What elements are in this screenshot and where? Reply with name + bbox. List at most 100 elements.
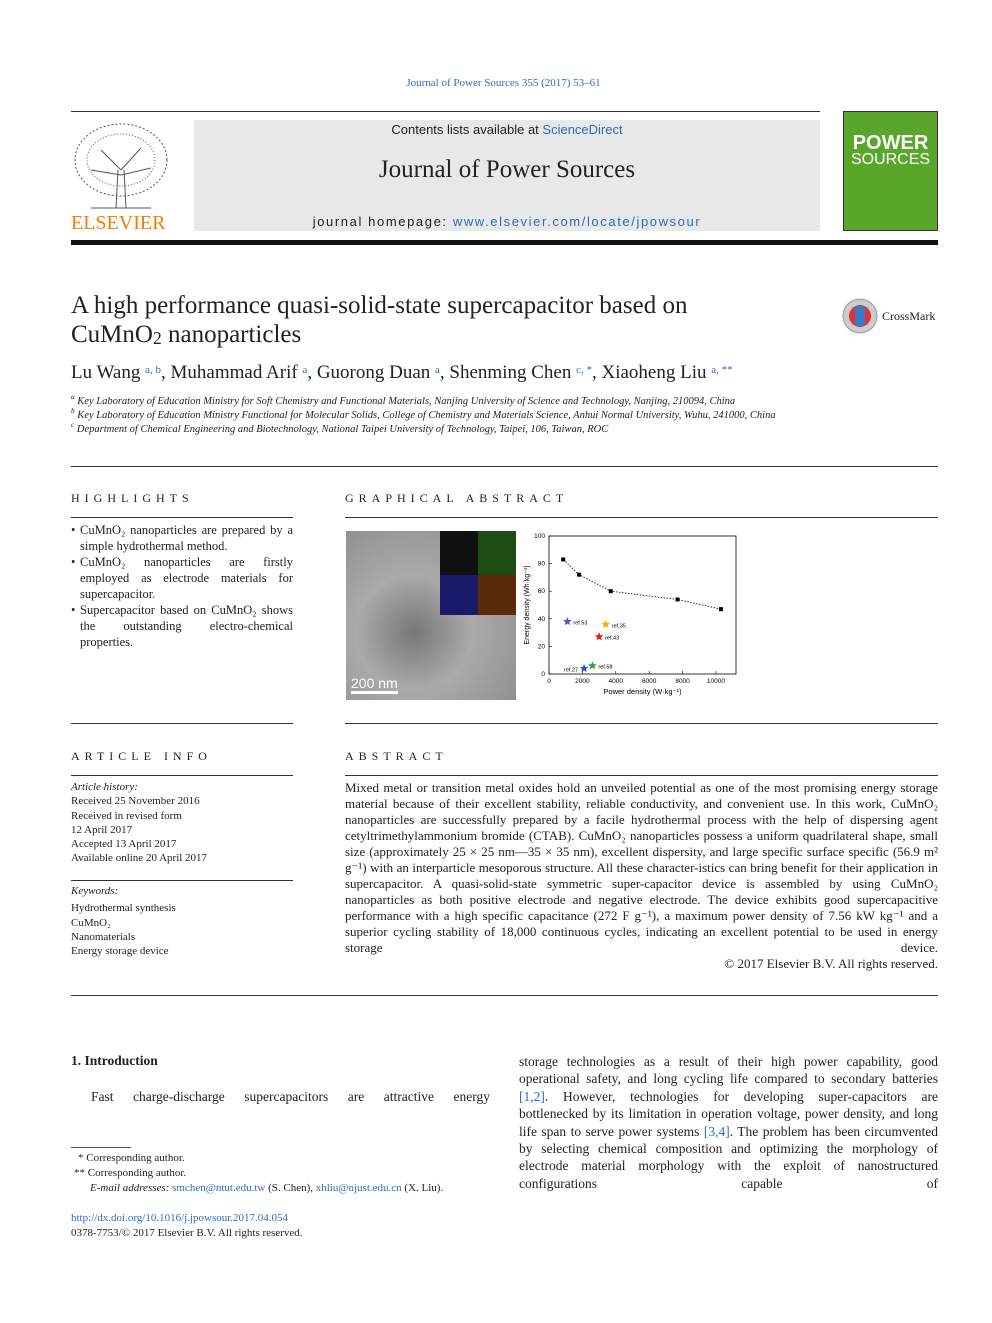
graphical-abstract-heading: GRAPHICAL ABSTRACT: [345, 491, 569, 505]
article-history: Article history: Received 25 November 201…: [71, 780, 207, 866]
author[interactable]: Xiaoheng Liu a, **: [601, 362, 732, 383]
highlight-item: CuMnO₂ nanoparticles are prepared by a s…: [71, 522, 293, 554]
contents-label: Contents lists available at: [391, 122, 543, 137]
author[interactable]: Shenming Chen c, *: [449, 362, 592, 383]
history-item: 12 April 2017: [71, 823, 133, 836]
masthead-banner: Contents lists available at ScienceDirec…: [194, 120, 820, 231]
keyword: Nanomaterials: [71, 930, 136, 943]
footnote: ** Corresponding author.: [74, 1167, 187, 1179]
masthead-rule: [71, 240, 938, 245]
author-affiliation-mark[interactable]: c, *: [576, 364, 592, 376]
eds-map-cu: [440, 531, 478, 575]
cover-title: POWER: [852, 132, 929, 154]
y-tick-label: 100: [534, 533, 545, 540]
highlights-list: CuMnO₂ nanoparticles are prepared by a s…: [71, 522, 293, 650]
reference-label: ref.53: [573, 621, 587, 627]
reference-star: [601, 619, 611, 628]
highlights-heading: HIGHLIGHTS: [71, 491, 194, 505]
reference-label: ref.35: [612, 623, 626, 629]
x-tick-label: 8000: [675, 678, 690, 685]
email-label: E-mail addresses:: [90, 1182, 173, 1194]
article-title: A high performance quasi-solid-state sup…: [71, 291, 687, 353]
journal-title: Journal of Power Sources: [378, 156, 636, 183]
history-item: Available online 20 April 2017: [71, 852, 208, 865]
doi-link[interactable]: http://dx.doi.org/10.1016/j.jpowsour.201…: [71, 1211, 288, 1225]
author[interactable]: Guorong Duan a: [317, 362, 440, 383]
citation-link[interactable]: Journal of Power Sources 355 (2017) 53–6…: [0, 77, 992, 89]
reference-label: ref.58: [598, 665, 612, 671]
y-tick-label: 80: [538, 561, 546, 568]
y-tick-label: 0: [541, 671, 545, 678]
data-point: [675, 597, 680, 602]
x-tick-label: 4000: [609, 678, 624, 685]
abstract-copyright: © 2017 Elsevier B.V. All rights reserved…: [724, 956, 938, 971]
author-affiliation-mark[interactable]: a, **: [711, 364, 732, 376]
crossmark-label: CrossMark: [882, 308, 936, 323]
author[interactable]: Lu Wang a, b: [71, 362, 161, 383]
author[interactable]: Muhammad Arif a: [171, 362, 308, 383]
reference-star: [588, 661, 597, 670]
history-item: Received 25 November 2016: [71, 795, 200, 808]
history-item: Received in revised form: [71, 809, 182, 822]
keywords-label: Keywords:: [71, 885, 119, 897]
keyword: Hydrothermal synthesis: [71, 902, 176, 915]
plot-frame: [548, 535, 737, 675]
intro-paragraph: Fast charge-discharge supercapacitors ar…: [91, 1089, 490, 1104]
affiliation: b Key Laboratory of Education Ministry F…: [71, 406, 776, 421]
data-point: [718, 607, 723, 612]
x-tick-label: 6000: [642, 678, 657, 685]
affiliation: a Key Laboratory of Education Ministry f…: [71, 392, 736, 407]
scale-bar: 200 nm: [351, 675, 398, 694]
y-tick-label: 20: [538, 643, 546, 650]
homepage-label: journal homepage:: [312, 214, 453, 229]
reference-star: [579, 663, 589, 673]
series-line: [562, 559, 722, 610]
title-line: CuMnO2 nanoparticles: [71, 321, 302, 348]
keyword: Energy storage device: [71, 945, 169, 958]
y-axis-label: Energy density (Wh·kg⁻¹): [524, 565, 531, 644]
x-tick-label: 0: [547, 678, 551, 685]
eds-map-c: [478, 575, 516, 615]
crossmark-icon: [842, 298, 878, 334]
elsevier-logo: ELSEVIER: [71, 120, 171, 234]
publisher-name: ELSEVIER: [71, 212, 166, 234]
author-affiliation-mark[interactable]: a, b: [145, 364, 161, 376]
reference-label: ref.43: [605, 636, 619, 642]
email-link[interactable]: smchen@ntut.edu.tw: [172, 1182, 265, 1194]
data-point: [577, 572, 582, 577]
energy-power-chart: 0 2000 4000 6000 8000 10000 0 20 40 60 80 100 Power …: [524, 533, 737, 696]
crossmark-button[interactable]: CrossMark: [841, 297, 935, 335]
data-point: [561, 557, 566, 562]
issn-copyright: 0378-7753/© 2017 Elsevier B.V. All right…: [71, 1227, 303, 1239]
citation-ref[interactable]: [3,4]: [704, 1124, 730, 1139]
x-axis-label: Power density (W·kg⁻¹): [603, 687, 682, 696]
affiliation: c Department of Chemical Engineering and…: [71, 420, 609, 435]
sciencedirect-link[interactable]: ScienceDirect: [542, 122, 622, 137]
y-tick-label: 60: [538, 588, 546, 595]
cover-subtitle: SOURCES: [850, 151, 931, 168]
keywords: Keywords: Hydrothermal synthesis CuMnO₂ Nan…: [71, 884, 176, 958]
abstract-heading: ABSTRACT: [345, 749, 448, 763]
abstract-text: Mixed metal or transition metal oxides h…: [345, 780, 938, 955]
highlight-item: Supercapacitor based on CuMnO₂ shows the…: [71, 602, 293, 650]
article-info-heading: ARTICLE INFO: [71, 749, 212, 763]
journal-cover[interactable]: POWER SOURCES: [843, 111, 938, 231]
x-tick-label: 2000: [575, 678, 590, 685]
tem-image: 200 nm: [346, 531, 516, 700]
citation-ref[interactable]: [1,2]: [519, 1089, 545, 1104]
affiliations: a Key Laboratory of Education Ministry f…: [71, 392, 831, 437]
author-affiliation-mark[interactable]: a: [435, 364, 440, 376]
highlight-item: CuMnO₂ nanoparticles are firstly employe…: [71, 554, 293, 602]
footnotes: * Corresponding author. ** Corresponding…: [74, 1152, 444, 1194]
email-link[interactable]: xhliu@njust.edu.cn: [316, 1182, 402, 1194]
section-heading: 1. Introduction: [71, 1053, 158, 1068]
y-tick-label: 40: [538, 616, 546, 623]
elsevier-tree-icon: [74, 123, 168, 209]
reference-label: ref.27: [564, 667, 578, 673]
author-affiliation-mark[interactable]: a: [302, 364, 307, 376]
eds-map-mn: [440, 575, 478, 615]
data-point: [608, 589, 613, 594]
history-item: Accepted 13 April 2017: [71, 838, 177, 851]
keyword: CuMnO₂: [71, 916, 111, 929]
homepage-link[interactable]: www.elsevier.com/locate/jpowsour: [453, 214, 701, 229]
